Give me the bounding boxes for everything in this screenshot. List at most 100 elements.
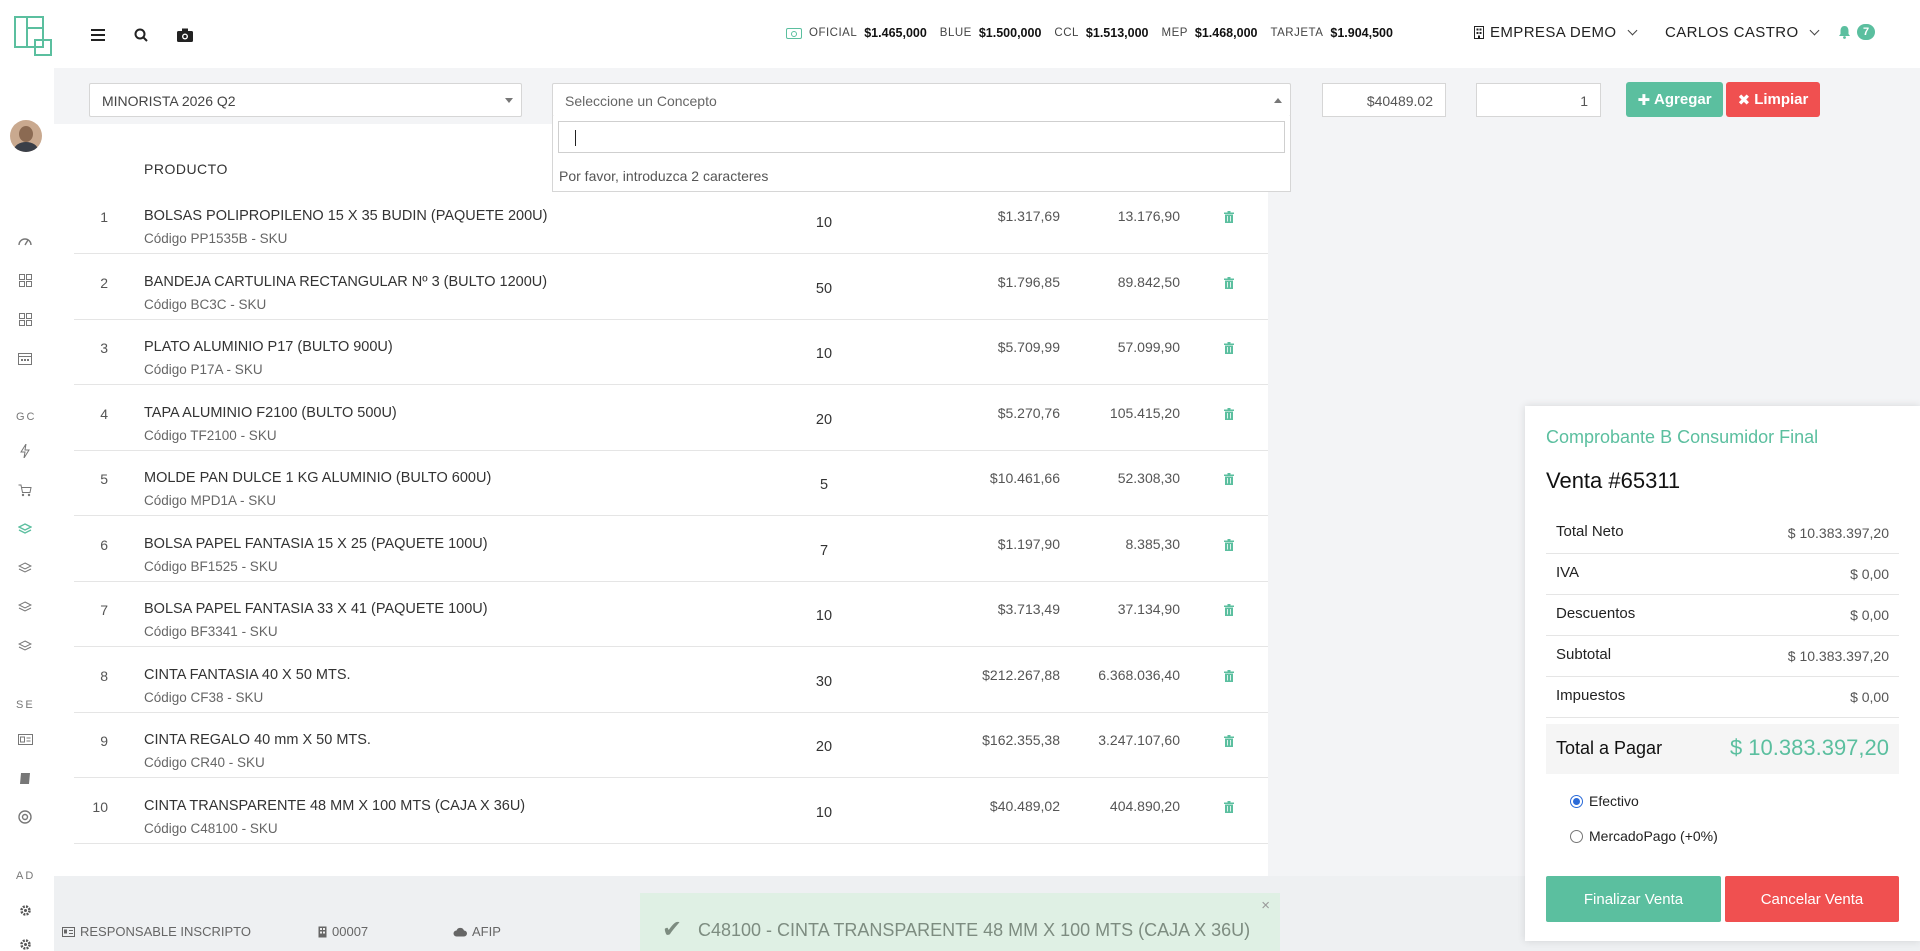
add-button[interactable]: ✚ Agregar xyxy=(1626,82,1723,117)
concept-select[interactable]: Seleccione un Concepto xyxy=(552,83,1291,117)
caret-down-icon xyxy=(505,98,513,103)
summary-line: Subtotal $ 10.383.397,20 xyxy=(1546,636,1899,677)
summary-line-value: $ 10.383.397,20 xyxy=(1787,525,1889,541)
total-value: $ 10.383.397,20 xyxy=(1729,735,1889,760)
menu-icon[interactable] xyxy=(87,24,109,46)
row-number: 2 xyxy=(100,274,108,291)
rate-value: $1.904,500 xyxy=(1330,26,1393,40)
support-icon[interactable] xyxy=(16,808,34,826)
payment-option-cash[interactable]: Efectivo xyxy=(1570,793,1639,809)
layers-icon[interactable] xyxy=(16,598,34,616)
clear-button[interactable]: ✖ Limpiar xyxy=(1726,82,1820,117)
summary-line: Descuentos $ 0,00 xyxy=(1546,595,1899,636)
top-bar: OFICIAL $1.465,000 BLUE $1.500,000 CCL $… xyxy=(0,0,1920,68)
id-card-icon[interactable] xyxy=(16,730,34,748)
caret-up-icon xyxy=(1274,98,1282,103)
summary-line: Total Neto $ 10.383.397,20 xyxy=(1546,513,1899,554)
trash-icon[interactable] xyxy=(1224,735,1234,747)
notifications[interactable]: 7 xyxy=(1838,24,1876,40)
quantity-input[interactable]: 1 xyxy=(1476,83,1601,117)
finalize-sale-button[interactable]: Finalizar Venta xyxy=(1546,876,1721,922)
rate-name: BLUE xyxy=(939,27,972,39)
product-quantity: 10 xyxy=(815,608,833,624)
product-name: MOLDE PAN DULCE 1 KG ALUMINIO (BULTO 600… xyxy=(144,470,492,486)
check-icon: ✔ xyxy=(662,916,683,943)
price-list-select[interactable]: MINORISTA 2026 Q2 xyxy=(89,83,522,117)
trash-icon[interactable] xyxy=(1224,538,1234,551)
rate-oficial: OFICIAL $1.465,000 xyxy=(786,26,927,40)
product-name: BOLSAS POLIPROPILENO 15 X 35 BUDIN (PAQU… xyxy=(144,208,548,224)
user-name: CARLOS CASTRO xyxy=(1665,24,1799,41)
summary-line-value: $ 10.383.397,20 xyxy=(1787,648,1889,664)
company-selector[interactable]: EMPRESA DEMO xyxy=(1474,24,1637,41)
trash-icon[interactable] xyxy=(1224,342,1234,354)
apps-icon[interactable] xyxy=(16,310,34,328)
exchange-rates: OFICIAL $1.465,000 BLUE $1.500,000 CCL $… xyxy=(786,26,1393,40)
concept-search-input[interactable] xyxy=(558,121,1285,153)
trash-icon[interactable] xyxy=(1224,604,1234,616)
row-number: 5 xyxy=(100,471,108,487)
search-icon[interactable] xyxy=(130,24,152,46)
payment-option-mercadopago[interactable]: MercadoPago (+0%) xyxy=(1570,828,1718,844)
trash-icon[interactable] xyxy=(1224,473,1234,485)
dashboard-icon[interactable] xyxy=(16,232,34,250)
product-name: TAPA ALUMINIO F2100 (BULTO 500U) xyxy=(144,404,397,421)
calendar-icon[interactable] xyxy=(16,349,34,367)
gear-icon[interactable] xyxy=(16,935,34,951)
app-logo-icon[interactable] xyxy=(14,16,52,56)
product-total: 37.134,90 xyxy=(1117,601,1180,617)
building-icon xyxy=(318,926,327,937)
product-code: Código BC3C - SKU xyxy=(144,296,267,312)
layers-icon-active[interactable] xyxy=(16,520,34,538)
product-unit-price: $10.461,66 xyxy=(989,470,1060,486)
trash-icon[interactable] xyxy=(1224,800,1234,813)
user-menu[interactable]: CARLOS CASTRO xyxy=(1665,24,1820,41)
chevron-down-icon xyxy=(1627,25,1637,36)
point-of-sale-label: 00007 xyxy=(332,924,369,939)
id-card-icon xyxy=(62,926,75,937)
plus-icon: ✚ xyxy=(1637,91,1651,109)
rate-blue: BLUE $1.500,000 xyxy=(940,26,1042,40)
table-row: 2 BANDEJA CARTULINA RECTANGULAR Nº 3 (BUL… xyxy=(74,255,1268,320)
camera-icon[interactable] xyxy=(174,24,196,46)
product-code: Código BF3341 - SKU xyxy=(144,624,278,639)
product-code: Código C48100 - SKU xyxy=(144,820,278,836)
bolt-icon[interactable] xyxy=(16,442,34,460)
table-row: 9 CINTA REGALO 40 mm X 50 MTS. Código CR40… xyxy=(74,713,1268,778)
sale-summary-panel: Comprobante B Consumidor Final Venta #65… xyxy=(1525,406,1920,941)
summary-line: IVA $ 0,00 xyxy=(1546,554,1899,595)
product-unit-price: $5.709,99 xyxy=(997,339,1060,355)
row-number: 9 xyxy=(100,733,108,749)
product-code: Código MPD1A - SKU xyxy=(144,493,277,508)
layers-icon[interactable] xyxy=(16,559,34,577)
price-input[interactable]: $40489.02 xyxy=(1322,83,1446,117)
cancel-sale-button[interactable]: Cancelar Venta xyxy=(1725,876,1899,922)
total-to-pay: Total a Pagar $ 10.383.397,20 xyxy=(1546,724,1899,774)
add-label: Agregar xyxy=(1654,91,1712,108)
trash-icon[interactable] xyxy=(1224,407,1234,420)
row-number: 7 xyxy=(100,602,108,618)
avatar[interactable] xyxy=(10,120,42,152)
sidebar-section-gc: GC xyxy=(16,411,37,423)
cart-icon[interactable] xyxy=(16,481,34,499)
row-number: 1 xyxy=(100,209,108,225)
gear-icon[interactable] xyxy=(16,901,34,919)
radio-button[interactable] xyxy=(1570,794,1583,808)
product-total: 52.308,30 xyxy=(1117,470,1180,486)
trash-icon[interactable] xyxy=(1224,211,1234,223)
summary-line-label: Descuentos xyxy=(1556,605,1636,622)
table-row: 6 BOLSA PAPEL FANTASIA 15 X 25 (PAQUETE 1… xyxy=(74,517,1268,582)
product-code: Código BF1525 - SKU xyxy=(144,558,278,574)
trash-icon[interactable] xyxy=(1224,276,1234,289)
grid-icon[interactable] xyxy=(16,271,34,289)
product-quantity: 5 xyxy=(819,477,829,493)
book-icon[interactable] xyxy=(16,769,34,787)
trash-icon[interactable] xyxy=(1224,669,1234,682)
summary-line: Impuestos $ 0,00 xyxy=(1546,677,1899,718)
text-cursor xyxy=(575,130,576,146)
close-icon[interactable]: × xyxy=(1261,897,1270,914)
layers-icon[interactable] xyxy=(16,637,34,655)
radio-button[interactable] xyxy=(1570,829,1583,843)
product-unit-price: $5.270,76 xyxy=(997,404,1060,421)
rate-value: $1.513,000 xyxy=(1085,26,1149,40)
